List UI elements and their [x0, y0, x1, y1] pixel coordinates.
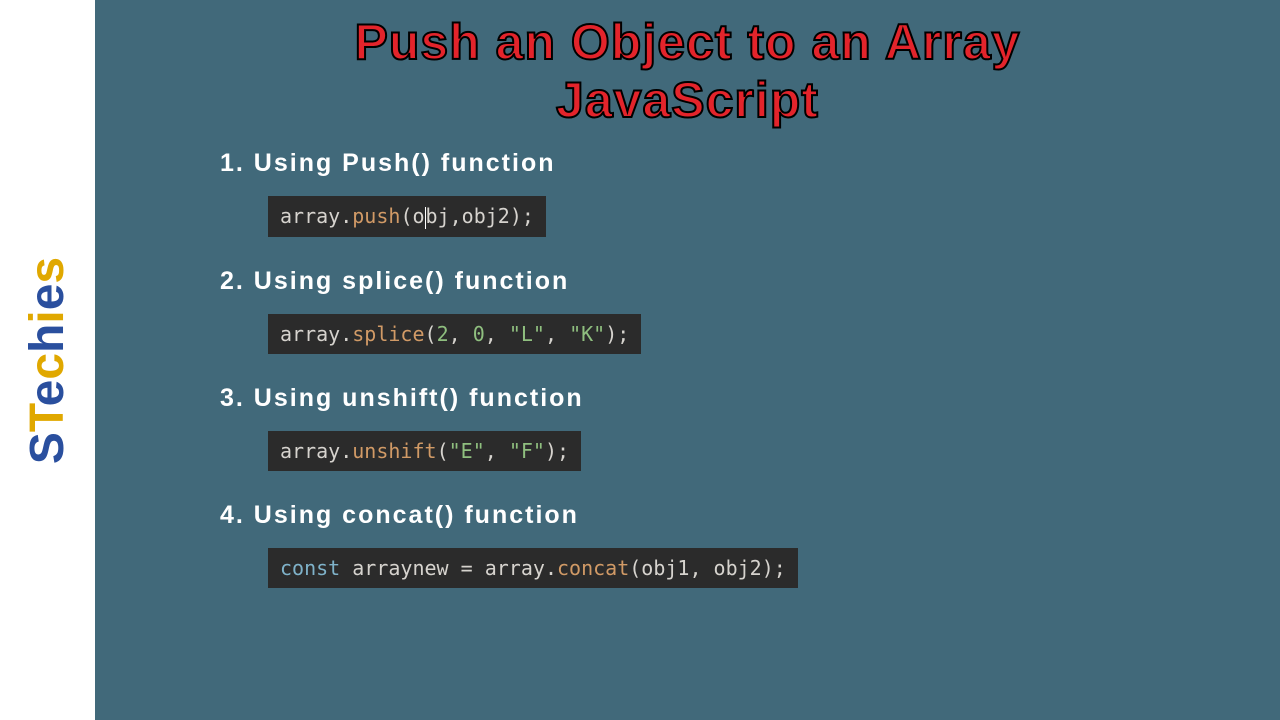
code-semicolon: ;: [522, 204, 534, 228]
section-heading: 2. Using splice() function: [220, 267, 1240, 296]
code-semicolon: ;: [557, 439, 569, 463]
page-title: Push an Object to an Array JavaScript: [135, 14, 1240, 129]
code-dot: .: [340, 322, 352, 346]
code-obj: array: [280, 439, 340, 463]
code-str: "L": [509, 322, 545, 346]
main-content: Push an Object to an Array JavaScript 1.…: [95, 0, 1280, 720]
code-str: "K": [569, 322, 605, 346]
logo-letter: e: [21, 379, 74, 406]
code-close-paren: ): [510, 204, 522, 228]
section-splice: 2. Using splice() function array.splice(…: [220, 267, 1240, 354]
code-method: concat: [557, 556, 629, 580]
code-arg: obj1: [641, 556, 689, 580]
code-num: 2: [437, 322, 449, 346]
code-close-paren: ): [762, 556, 774, 580]
code-open-paren: (: [437, 439, 449, 463]
code-dot: .: [340, 204, 352, 228]
code-block-unshift: array.unshift("E", "F");: [268, 431, 581, 471]
code-obj: array: [280, 204, 340, 228]
code-obj: array: [485, 556, 545, 580]
code-arg: obj2: [714, 556, 762, 580]
page-root: STechies Push an Object to an Array Java…: [0, 0, 1280, 720]
section-push: 1. Using Push() function array.push(obj,…: [220, 149, 1240, 237]
code-var: arraynew: [352, 556, 448, 580]
code-obj: array: [280, 322, 340, 346]
section-concat: 4. Using concat() function const arrayne…: [220, 501, 1240, 588]
code-close-paren: ): [605, 322, 617, 346]
code-dot: .: [545, 556, 557, 580]
code-comma: ,: [449, 322, 473, 346]
code-method: push: [352, 204, 400, 228]
logo-letter: e: [21, 283, 74, 310]
section-heading: 4. Using concat() function: [220, 501, 1240, 530]
code-block-push: array.push(obj,obj2);: [268, 196, 546, 237]
code-comma: ,: [545, 322, 569, 346]
code-dot: .: [340, 439, 352, 463]
code-str: "F": [509, 439, 545, 463]
title-line-1: Push an Object to an Array: [355, 14, 1021, 70]
logo-letter: s: [21, 256, 74, 283]
code-close-paren: ): [545, 439, 557, 463]
code-open-paren: (: [425, 322, 437, 346]
code-open-paren: (: [629, 556, 641, 580]
code-space: [340, 556, 352, 580]
code-block-concat: const arraynew = array.concat(obj1, obj2…: [268, 548, 798, 588]
brand-logo: STechies: [20, 256, 75, 463]
code-block-splice: array.splice(2, 0, "L", "K");: [268, 314, 641, 354]
content-list: 1. Using Push() function array.push(obj,…: [220, 149, 1240, 588]
logo-letter: S: [21, 432, 74, 464]
code-method: unshift: [352, 439, 436, 463]
code-comma: ,: [689, 556, 713, 580]
section-heading: 1. Using Push() function: [220, 149, 1240, 178]
code-method: splice: [352, 322, 424, 346]
code-arg-post: bj,obj2: [426, 204, 510, 228]
code-str: "E": [449, 439, 485, 463]
code-num: 0: [473, 322, 485, 346]
code-keyword: const: [280, 556, 340, 580]
code-semicolon: ;: [617, 322, 629, 346]
title-line-2: JavaScript: [556, 72, 819, 128]
section-unshift: 3. Using unshift() function array.unshif…: [220, 384, 1240, 471]
code-comma: ,: [485, 322, 509, 346]
logo-letter: i: [21, 310, 74, 323]
code-equals: =: [449, 556, 485, 580]
logo-letter: h: [21, 323, 74, 352]
logo-letter: T: [21, 406, 74, 432]
logo-letter: c: [21, 352, 74, 379]
code-open-paren: (: [400, 204, 412, 228]
section-heading: 3. Using unshift() function: [220, 384, 1240, 413]
code-comma: ,: [485, 439, 509, 463]
code-arg-pre: o: [412, 204, 424, 228]
code-semicolon: ;: [774, 556, 786, 580]
sidebar: STechies: [0, 0, 95, 720]
